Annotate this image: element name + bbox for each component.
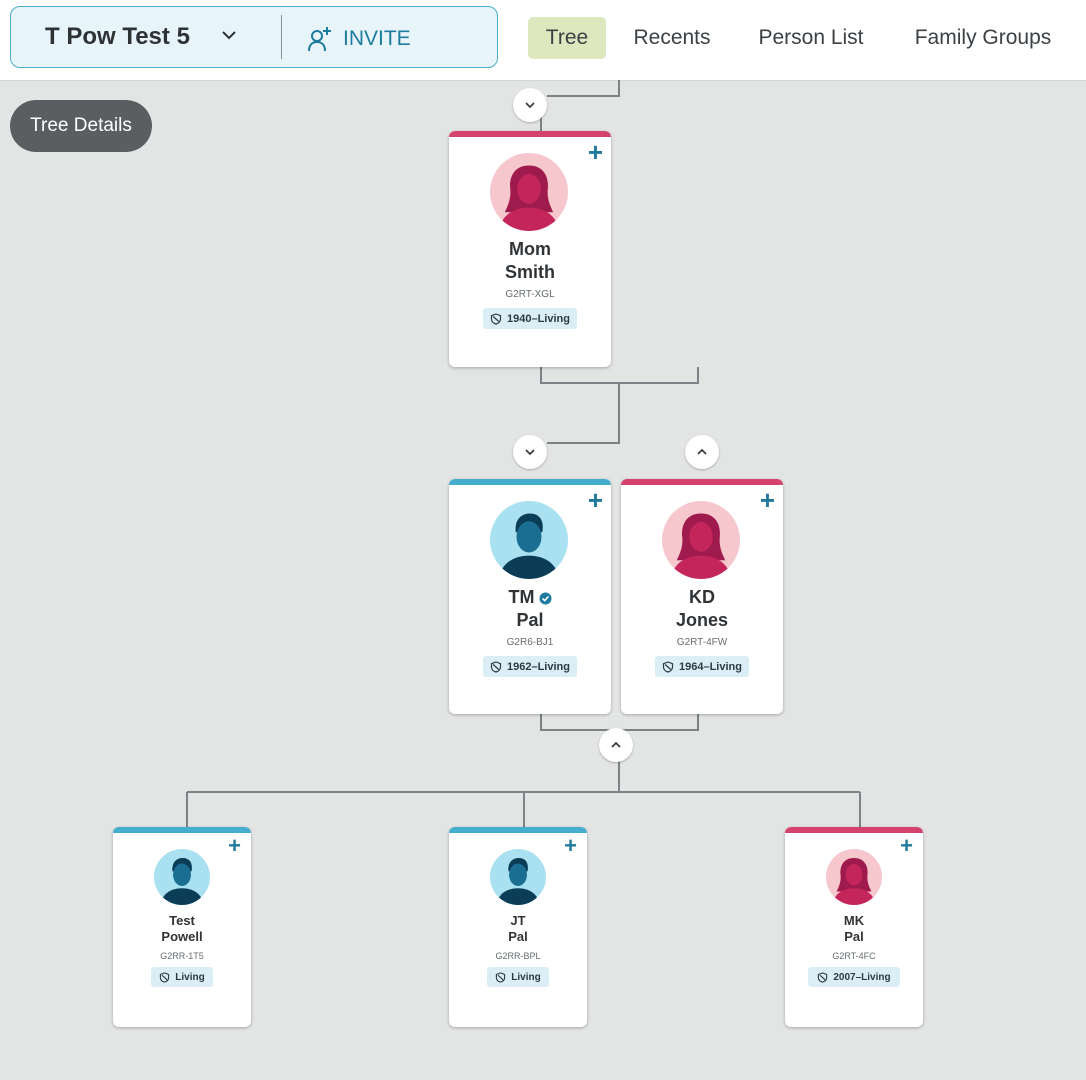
expand-ancestors-button[interactable] [513, 88, 547, 122]
gender-bar [449, 131, 611, 137]
person-name: KD Jones [675, 587, 729, 630]
lifespan-badge: 1962–Living [483, 656, 577, 677]
person-id: G2RT-XGL [505, 289, 555, 300]
add-relative-button[interactable]: + [760, 487, 775, 513]
person-id: G2RT-4FW [676, 637, 728, 648]
add-relative-button[interactable]: + [564, 833, 577, 859]
tree-details-button[interactable]: Tree Details [10, 100, 152, 152]
female-avatar-icon [826, 849, 882, 905]
person-card-test-powell[interactable]: + Test Powell G2RR-1T5 Living [113, 827, 251, 1027]
person-id: G2R6-BJ1 [506, 637, 554, 648]
person-card-kd-jones[interactable]: + KD Jones G2RT-4FW 1964–Living [621, 479, 783, 714]
male-avatar-icon [490, 501, 568, 579]
collapse-children-button[interactable] [599, 728, 633, 762]
person-name: TM Pal [449, 586, 611, 632]
restricted-icon [817, 972, 828, 983]
restricted-icon [490, 313, 502, 325]
person-card-tm-pal[interactable]: + TM Pal G2R6-BJ1 1962–Living [449, 479, 611, 714]
lifespan-badge: 1964–Living [655, 656, 749, 677]
person-name: MK Pal [843, 913, 865, 944]
add-relative-button[interactable]: + [228, 833, 241, 859]
person-card-jt-pal[interactable]: + JT Pal G2RR-BPL Living [449, 827, 587, 1027]
gender-bar [449, 479, 611, 485]
add-relative-button[interactable]: + [588, 487, 603, 513]
restricted-icon [662, 661, 674, 673]
person-name: JT Pal [508, 913, 528, 944]
person-name: Test Powell [161, 913, 203, 944]
restricted-icon [495, 972, 506, 983]
restricted-icon [490, 661, 502, 673]
chevron-up-icon [697, 448, 707, 455]
check-badge-icon [539, 592, 551, 605]
restricted-icon [159, 972, 170, 983]
collapse-ancestors-button[interactable] [685, 435, 719, 469]
female-avatar-icon [490, 153, 568, 231]
lifespan-badge: 1940–Living [483, 308, 577, 329]
person-id: G2RR-BPL [495, 951, 541, 961]
person-id: G2RR-1T5 [160, 951, 204, 961]
female-avatar-icon [662, 501, 740, 579]
person-card-mk-pal[interactable]: + MK Pal G2RT-4FC 2007–Living [785, 827, 923, 1027]
lifespan-badge: 2007–Living [808, 967, 900, 987]
person-id: G2RT-4FC [832, 951, 876, 961]
gender-bar [621, 479, 783, 485]
male-avatar-icon [490, 849, 546, 905]
lifespan-badge: Living [151, 967, 213, 987]
lifespan-badge: Living [487, 967, 549, 987]
expand-ancestors-button[interactable] [513, 435, 547, 469]
add-relative-button[interactable]: + [900, 833, 913, 859]
chevron-up-icon [611, 741, 621, 748]
male-avatar-icon [154, 849, 210, 905]
person-card-mom-smith[interactable]: + Mom Smith G2RT-XGL 1940–Living [449, 131, 611, 367]
chevron-down-icon [525, 449, 535, 456]
add-relative-button[interactable]: + [588, 139, 603, 165]
chevron-down-icon [525, 102, 535, 109]
person-name: Mom Smith [504, 239, 555, 282]
